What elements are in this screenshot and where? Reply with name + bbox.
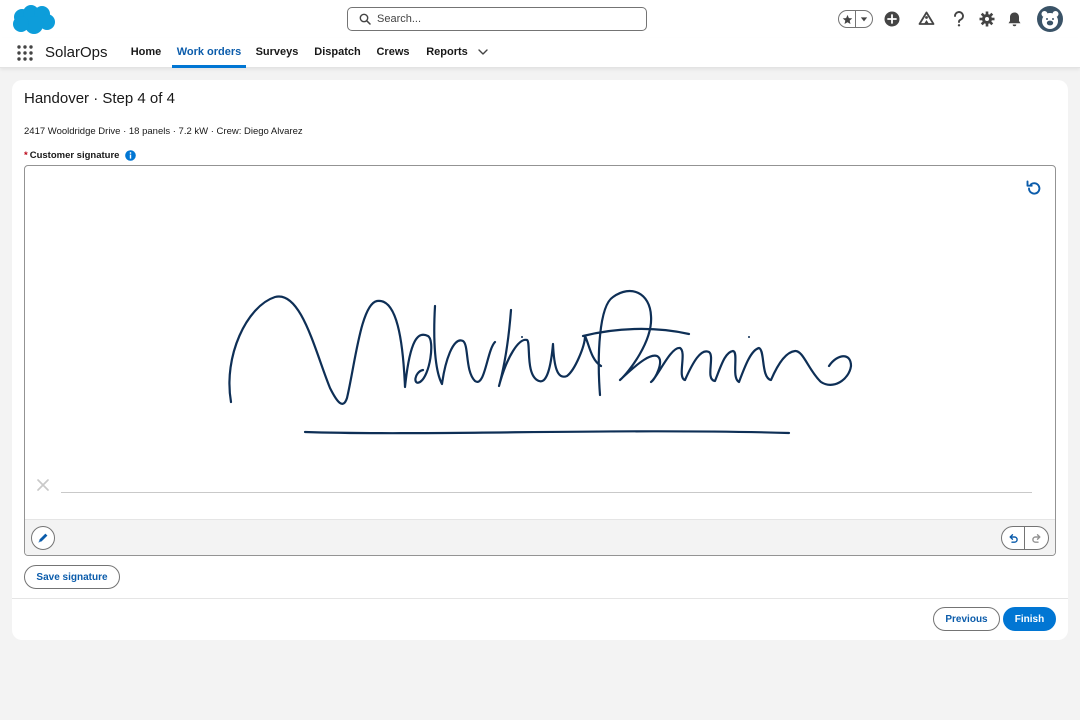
signature-baseline [61, 492, 1032, 493]
global-search[interactable] [347, 7, 647, 31]
footer-divider [12, 598, 1068, 599]
tab-work-orders[interactable]: Work orders [172, 38, 246, 68]
setup-gear-icon[interactable] [978, 10, 996, 28]
trailhead-icon[interactable] [917, 10, 935, 28]
signature-label-text: Customer signature [29, 150, 120, 161]
search-input[interactable] [377, 13, 637, 25]
undo-icon [1009, 534, 1018, 543]
tab-dispatch[interactable]: Dispatch [309, 38, 366, 68]
previous-button[interactable]: Previous [933, 607, 1000, 631]
user-avatar[interactable] [1037, 6, 1063, 32]
app-name: SolarOps [45, 44, 108, 61]
finish-button[interactable]: Finish [1003, 607, 1056, 631]
favorites-group [838, 10, 873, 28]
redo-icon [1031, 534, 1040, 543]
signature-pad [24, 165, 1056, 556]
tab-home[interactable]: Home [124, 38, 168, 68]
signature-toolbar [25, 519, 1055, 555]
global-add-icon[interactable] [883, 10, 901, 28]
app-launcher-icon[interactable] [16, 44, 34, 62]
undo-redo-group [1001, 526, 1049, 550]
undo-button[interactable] [1002, 527, 1026, 549]
global-header [0, 0, 1080, 38]
handover-card: Handover · Step 4 of 4 2417 Wooldridge D… [12, 80, 1068, 640]
required-marker: * [24, 150, 28, 161]
nav-bar: SolarOps Home Work orders Surveys Dispat… [0, 38, 1080, 68]
job-summary: 2417 Wooldridge Drive · 18 panels · 7.2 … [24, 126, 303, 137]
favorites-star-icon[interactable] [839, 11, 856, 27]
page-title: Handover · Step 4 of 4 [24, 90, 175, 107]
pen-tool-button[interactable] [31, 526, 55, 550]
notifications-bell-icon[interactable] [1005, 10, 1023, 28]
pencil-icon [38, 533, 48, 543]
tab-surveys[interactable]: Surveys [251, 38, 303, 68]
tab-reports[interactable]: Reports [421, 38, 473, 68]
signature-canvas[interactable] [25, 166, 1055, 519]
tab-crews[interactable]: Crews [372, 38, 414, 68]
help-icon[interactable] [950, 10, 968, 28]
info-icon[interactable] [125, 150, 137, 161]
redo-button[interactable] [1025, 527, 1048, 549]
chevron-down-icon[interactable] [477, 46, 489, 58]
reset-signature-icon[interactable] [1025, 179, 1043, 197]
signature-field-label: * Customer signature [24, 150, 137, 161]
salesforce-cloud-icon[interactable] [10, 4, 56, 35]
chevron-down-icon[interactable] [856, 11, 872, 27]
search-icon [359, 13, 371, 25]
save-signature-button[interactable]: Save signature [24, 565, 120, 589]
close-icon[interactable] [36, 478, 50, 492]
